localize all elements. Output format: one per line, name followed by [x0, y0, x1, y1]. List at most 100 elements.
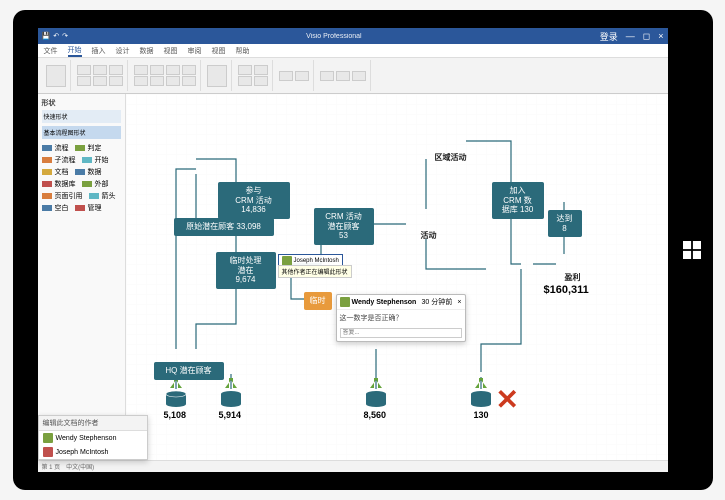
ribbon-btn[interactable] [279, 71, 293, 81]
ribbon-btn[interactable] [150, 65, 164, 75]
title-bar: 💾 ↶ ↷ Visio Professional 登录 — ◻ × [38, 28, 668, 44]
tab-home[interactable]: 开始 [68, 45, 82, 57]
ribbon-btn[interactable] [109, 76, 123, 86]
ribbon-btn[interactable] [134, 76, 148, 86]
shape-label: 开始 [95, 155, 109, 165]
paste-button[interactable] [46, 65, 66, 87]
tab-design[interactable]: 设计 [116, 46, 130, 56]
ribbon-btn[interactable] [93, 65, 107, 75]
avatar-icon [43, 447, 53, 457]
shapes-panel: 形状 快速形状 基本流程图形状 流程判定子流程 开始文档数据数据库外部页面引用 箭头… [38, 94, 126, 460]
shape-item[interactable]: 流程 [42, 142, 69, 154]
shape-label: 管理 [88, 203, 102, 213]
undo-icon[interactable]: ↶ [53, 32, 59, 40]
node-temp[interactable]: 临时 [304, 292, 332, 310]
redo-icon[interactable]: ↷ [62, 32, 68, 40]
shape-item[interactable]: 管理 [75, 202, 102, 214]
node-join-crm[interactable]: 加入 CRM 数 据库 130 [492, 182, 544, 219]
ribbon-btn[interactable] [254, 65, 268, 75]
ribbon-btn[interactable] [182, 65, 196, 75]
node-reach[interactable]: 达到8 [548, 210, 582, 237]
database-icon[interactable] [469, 390, 493, 408]
drawing-canvas[interactable]: 参与 CRM 活动14,836 原始潜在顾客 33,098 临时处理 潜在9,6… [126, 94, 668, 460]
node-hq-leads[interactable]: HQ 潜在顾客 [154, 362, 224, 380]
signin-link[interactable]: 登录 [600, 30, 618, 43]
shape-item[interactable]: 文档 [42, 166, 69, 178]
shape-item[interactable]: 子流程 [42, 154, 76, 166]
ribbon-tabs: 文件 开始 插入 设计 数据 视图 审阅 视图 帮助 [38, 44, 668, 58]
comment-user: Wendy Stephenson [352, 299, 417, 306]
ribbon-btn[interactable] [77, 65, 91, 75]
close-icon[interactable]: × [457, 299, 461, 306]
ribbon-btn[interactable] [134, 65, 148, 75]
author-row[interactable]: Wendy Stephenson [39, 431, 147, 445]
shapes-header: 形状 [42, 98, 121, 108]
shapes-section-active[interactable]: 基本流程图形状 [42, 126, 121, 139]
tab-help[interactable]: 帮助 [236, 46, 250, 56]
database-icon[interactable] [364, 390, 388, 408]
comment-reply-input[interactable] [340, 328, 462, 338]
ribbon-btn[interactable] [320, 71, 334, 81]
ribbon-btn[interactable] [352, 71, 366, 81]
tab-data[interactable]: 数据 [140, 46, 154, 56]
shape-label: 页面引用 [55, 191, 83, 201]
status-bar: 第 1 页 中文(中国) [38, 460, 668, 472]
ribbon-btn[interactable] [166, 65, 180, 75]
ribbon-btn[interactable] [336, 71, 350, 81]
ribbon-btn[interactable] [238, 76, 252, 86]
windows-button-icon[interactable] [683, 241, 701, 259]
shape-item[interactable]: 数据库 [42, 178, 76, 190]
tab-file[interactable]: 文件 [44, 46, 58, 56]
shape-label: 箭头 [102, 191, 116, 201]
ribbon-btn[interactable] [109, 65, 123, 75]
shapes-section[interactable]: 快速形状 [42, 110, 121, 123]
shape-item[interactable]: 外部 [82, 178, 109, 190]
coauthor-note: 其他作者正在编辑此形状 [278, 265, 352, 278]
maximize-button[interactable]: ◻ [643, 31, 650, 42]
shape-item[interactable]: 数据 [75, 166, 102, 178]
avatar-icon [43, 433, 53, 443]
status-lang: 中文(中国) [66, 462, 94, 471]
shape-swatch [75, 169, 85, 175]
node-temp-process[interactable]: 临时处理 潜在9,674 [216, 252, 276, 289]
ribbon-btn[interactable] [254, 76, 268, 86]
main-area: 形状 快速形状 基本流程图形状 流程判定子流程 开始文档数据数据库外部页面引用 箭头… [38, 94, 668, 460]
node-crm-leads[interactable]: CRM 活动 潜在顾客53 [314, 208, 374, 245]
node-raw-leads[interactable]: 原始潜在顾客 33,098 [174, 218, 274, 236]
database-icon[interactable] [219, 390, 243, 408]
minimize-button[interactable]: — [626, 31, 635, 41]
shape-label: 空白 [55, 203, 69, 213]
value-profit: $160,311 [544, 284, 589, 296]
shape-swatch [89, 193, 99, 199]
ribbon-btn[interactable] [93, 76, 107, 86]
ribbon-btn[interactable] [166, 76, 180, 86]
shape-swatch [75, 145, 85, 151]
shape-item[interactable]: 页面引用 [42, 190, 83, 202]
ribbon-btn[interactable] [238, 65, 252, 75]
shape-item[interactable]: 空白 [42, 202, 69, 214]
error-x-icon: ✕ [496, 386, 519, 414]
save-icon[interactable]: 💾 [42, 32, 51, 40]
tab-review[interactable]: 审阅 [188, 46, 202, 56]
coauthor-name: Joseph McIntosh [294, 258, 339, 264]
close-button[interactable]: × [658, 31, 663, 41]
tab-insert[interactable]: 插入 [92, 46, 106, 56]
shape-item[interactable]: 开始 [82, 154, 109, 166]
shape-item[interactable]: 箭头 [89, 190, 116, 202]
node-crm-activity[interactable]: 参与 CRM 活动14,836 [218, 182, 290, 219]
ribbon [38, 58, 668, 94]
author-row[interactable]: Joseph McIntosh [39, 445, 147, 459]
shape-label: 子流程 [55, 155, 76, 165]
ribbon-btn[interactable] [77, 76, 91, 86]
tab-view2[interactable]: 视图 [212, 46, 226, 56]
ribbon-btn[interactable] [150, 76, 164, 86]
ribbon-btn[interactable] [182, 76, 196, 86]
pointer-button[interactable] [207, 65, 227, 87]
shape-item[interactable]: 判定 [75, 142, 102, 154]
shape-label: 文档 [55, 167, 69, 177]
shape-swatch [42, 157, 52, 163]
comment-popup[interactable]: Wendy Stephenson 30 分钟前 × 这一数字是否正确？ [336, 294, 466, 342]
ribbon-btn[interactable] [295, 71, 309, 81]
tab-view[interactable]: 视图 [164, 46, 178, 56]
database-icon[interactable] [164, 390, 188, 408]
